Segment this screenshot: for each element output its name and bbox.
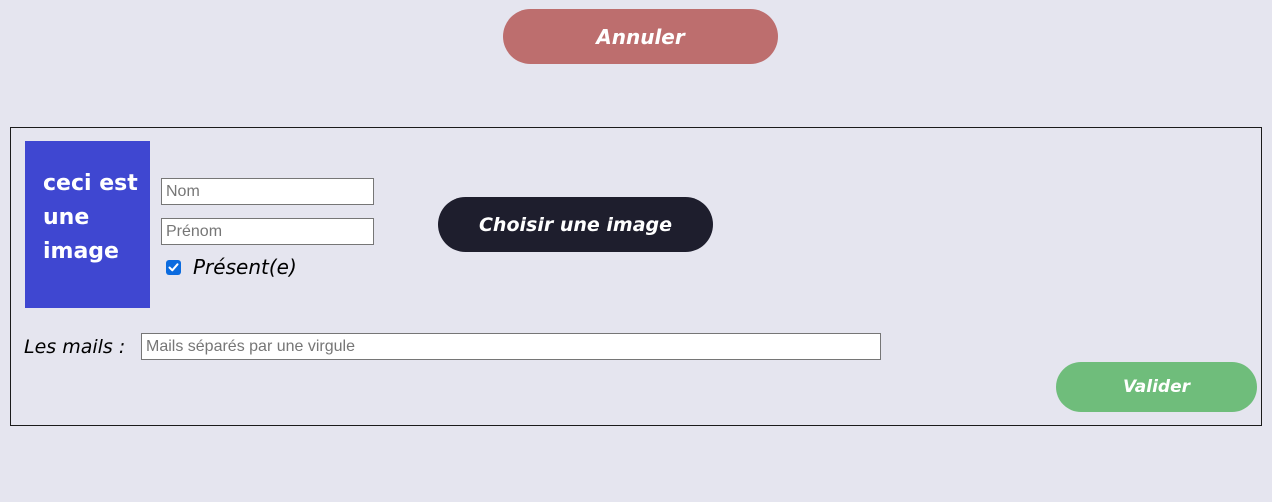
cancel-button[interactable]: Annuler bbox=[503, 9, 778, 64]
mails-input[interactable] bbox=[141, 333, 881, 360]
present-checkbox-row: Présent(e) bbox=[166, 253, 297, 281]
person-form-card: ceci est une image Présent(e) Choisir un… bbox=[10, 127, 1262, 426]
submit-button[interactable]: Valider bbox=[1056, 362, 1257, 412]
checkmark-icon bbox=[168, 262, 179, 271]
present-label: Présent(e) bbox=[193, 255, 297, 279]
image-placeholder: ceci est une image bbox=[25, 141, 150, 308]
present-checkbox[interactable] bbox=[166, 259, 181, 275]
prenom-input[interactable] bbox=[161, 218, 374, 245]
mails-label: Les mails : bbox=[24, 336, 126, 358]
choose-image-button[interactable]: Choisir une image bbox=[438, 197, 713, 252]
page: Annuler ceci est une image Présent(e) Ch… bbox=[0, 0, 1272, 502]
nom-input[interactable] bbox=[161, 178, 374, 205]
